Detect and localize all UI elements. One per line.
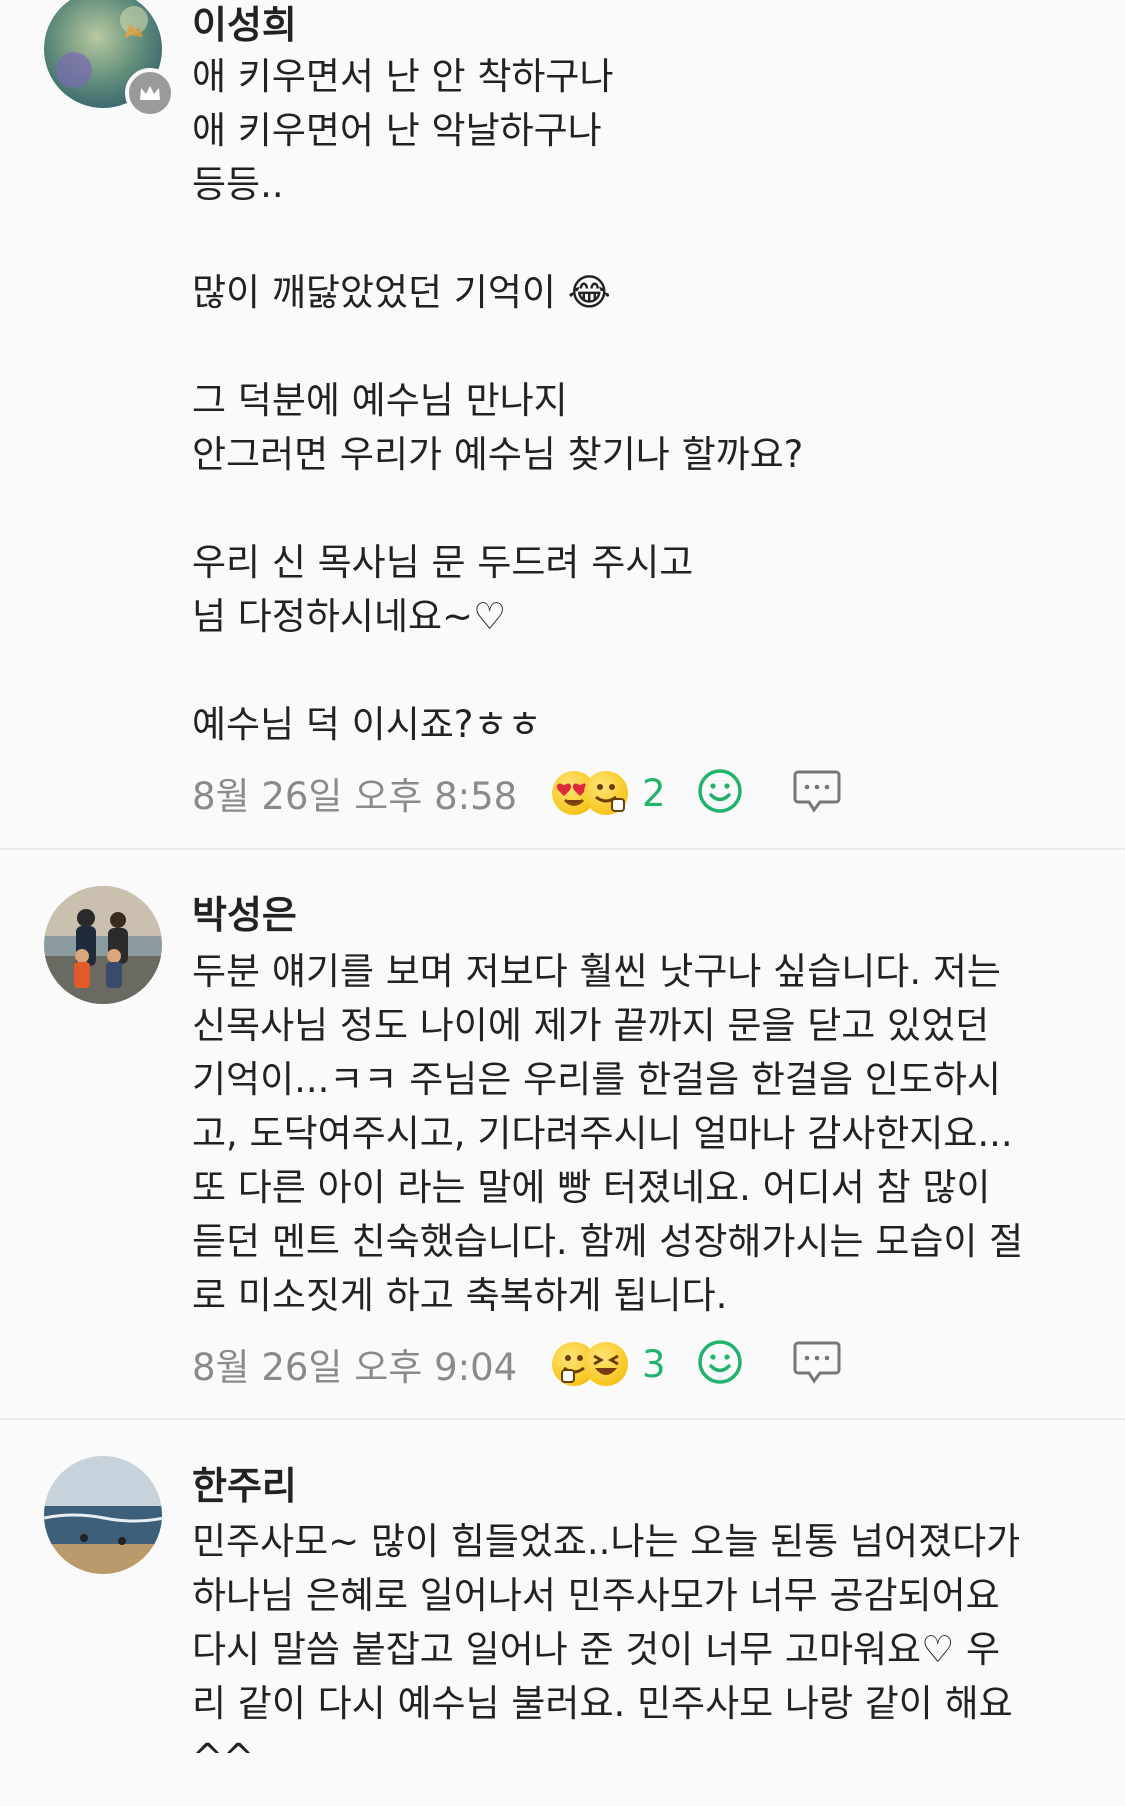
comment-line: 민주사모~ 많이 힘들었죠..나는 오늘 된통 넘어졌다가: [192, 1520, 1021, 1563]
timestamp: 8월 26일 오후 9:04: [192, 1346, 518, 1389]
smiley-outline-icon[interactable]: [696, 767, 744, 819]
author-name[interactable]: 이성희: [192, 0, 297, 49]
divider: [0, 848, 1125, 850]
comment-line: 리 같이 다시 예수님 불러요. 민주사모 나랑 같이 해요: [192, 1682, 1013, 1725]
comment-line: 하나님 은혜로 일어나서 민주사모가 너무 공감되어요: [192, 1574, 1000, 1617]
avatar[interactable]: [44, 1456, 162, 1574]
comment-meta: 8월 26일 오후 9:04 3: [192, 1336, 842, 1392]
comment-line: 안그러면 우리가 예수님 찾기나 할까요?: [192, 433, 804, 476]
smiley-outline-icon[interactable]: [696, 1338, 744, 1390]
comment-line: 로 미소짓게 하고 축복하게 됩니다.: [192, 1274, 728, 1317]
reactions[interactable]: 2: [552, 771, 678, 815]
comment-body: 민주사모~ 많이 힘들었죠..나는 오늘 된통 넘어졌다가 하나님 은혜로 일어…: [192, 1515, 1092, 1785]
comment-line: 애 키우면서 난 안 착하구나: [192, 55, 614, 98]
author-name[interactable]: 한주리: [192, 1455, 297, 1510]
thumbs-up-emoji: [584, 771, 628, 815]
comment-body: 두분 얘기를 보며 저보다 훨씬 낫구나 싶습니다. 저는 신목사님 정도 나이…: [192, 945, 1092, 1323]
avatar[interactable]: [44, 886, 162, 1004]
comment-line: 그 덕분에 예수님 만나지: [192, 379, 568, 422]
timestamp: 8월 26일 오후 8:58: [192, 775, 518, 818]
comment-line: 많이 깨닳았었던 기억이 😂: [192, 271, 611, 314]
comment-line: 두분 얘기를 보며 저보다 훨씬 낫구나 싶습니다. 저는: [192, 950, 1001, 993]
comment-line: 애 키우면어 난 악날하구나: [192, 109, 602, 152]
comment-line: 다시 말씀 붙잡고 일어나 준 것이 너무 고마워요♡ 우: [192, 1628, 1001, 1671]
reaction-count: 3: [642, 1342, 666, 1386]
comment-line: 우리 신 목사님 문 두드려 주시고: [192, 541, 694, 584]
speech-bubble-icon[interactable]: [792, 1339, 842, 1389]
comment-line: 듣던 멘트 친숙했습니다. 함께 성장해가시는 모습이 절: [192, 1220, 1024, 1263]
comment-line: 예수님 덕 이시죠?ㅎㅎ: [192, 703, 542, 746]
comment-line: 등등..: [192, 163, 284, 206]
comment-line: 신목사님 정도 나이에 제가 끝까지 문을 닫고 있었던: [192, 1004, 990, 1047]
reaction-count: 2: [642, 771, 666, 815]
comment-line: 넘 다정하시네요~♡: [192, 595, 507, 638]
comment-body: 애 키우면서 난 안 착하구나 애 키우면어 난 악날하구나 등등.. 많이 깨…: [192, 50, 1092, 752]
comment-meta: 8월 26일 오후 8:58 2: [192, 765, 842, 821]
comment-line: 고, 도닥여주시고, 기다려주시니 얼마나 감사한지요...: [192, 1112, 1013, 1155]
comment-line: ^^: [192, 1736, 255, 1779]
author-name[interactable]: 박성은: [192, 884, 297, 939]
comment-line: 기억이...ㅋㅋ 주님은 우리를 한걸음 한걸음 인도하시: [192, 1058, 1001, 1101]
reactions[interactable]: 3: [552, 1342, 678, 1386]
comment-line: 또 다른 아이 라는 말에 빵 터졌네요. 어디서 참 많이: [192, 1166, 991, 1209]
crown-icon: [125, 68, 175, 118]
laughing-emoji: [584, 1342, 628, 1386]
speech-bubble-icon[interactable]: [792, 768, 842, 818]
divider: [0, 1418, 1125, 1420]
